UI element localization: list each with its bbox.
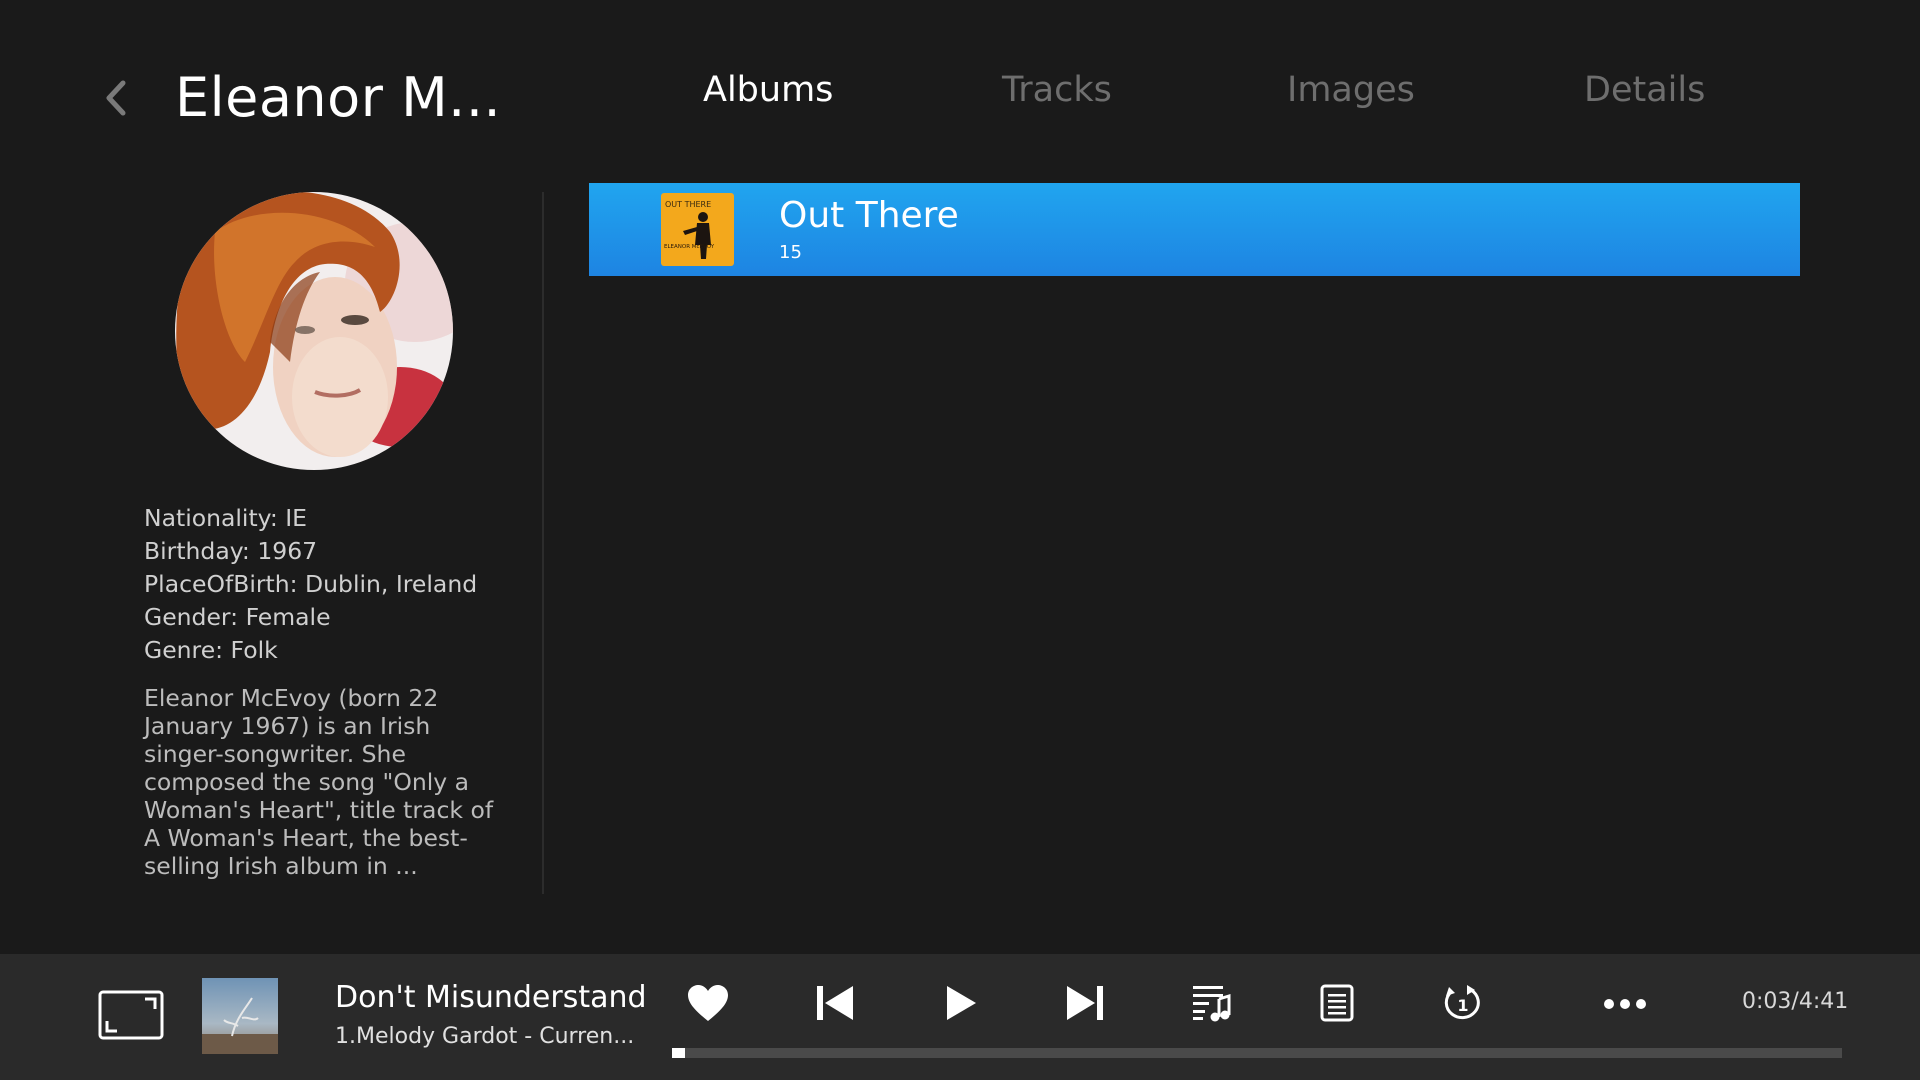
skip-next-icon <box>1067 986 1103 1020</box>
tab-tracks[interactable]: Tracks <box>1002 70 1112 110</box>
fact-nationality: Nationality: IE <box>144 504 308 532</box>
previous-button[interactable] <box>812 980 858 1026</box>
tab-bar: Albums Tracks Images Details <box>650 70 1770 120</box>
artist-facts: Nationality: IE Birthday: 1967 PlaceOfBi… <box>144 502 504 667</box>
fact-place-of-birth: PlaceOfBirth: Dublin, Ireland <box>144 570 478 598</box>
playlist-button[interactable] <box>1188 980 1234 1026</box>
now-playing-subtitle: 1.Melody Gardot - Curren... <box>335 1024 635 1049</box>
progress-fill <box>672 1048 685 1058</box>
tab-details[interactable]: Details <box>1584 70 1705 110</box>
lyrics-button[interactable] <box>1314 980 1360 1026</box>
album-list-item[interactable]: OUT THERE ELEANOR McEVOY Out There 15 <box>589 183 1800 276</box>
play-button[interactable] <box>938 980 984 1026</box>
panel-divider <box>542 192 544 894</box>
player-bar: Don't Misunderstand 1.Melody Gardot - Cu… <box>0 954 1920 1080</box>
svg-text:ELEANOR McEVOY: ELEANOR McEVOY <box>664 244 715 250</box>
skip-previous-icon <box>817 986 853 1020</box>
heart-icon <box>688 985 728 1021</box>
favorite-button[interactable] <box>685 980 731 1026</box>
play-icon <box>947 986 976 1020</box>
repeat-button[interactable]: 1 <box>1440 980 1486 1026</box>
chevron-left-icon <box>106 80 126 116</box>
fact-birthday: Birthday: 1967 <box>144 537 318 565</box>
now-playing-title: Don't Misunderstand <box>335 980 647 1015</box>
svg-text:1: 1 <box>1457 996 1468 1015</box>
artist-avatar <box>175 192 453 470</box>
music-app: Eleanor M... Albums Tracks Images Detail… <box>0 0 1920 1080</box>
repeat-one-icon: 1 <box>1444 985 1480 1020</box>
back-button[interactable] <box>96 74 136 122</box>
album-track-count: 15 <box>779 242 802 263</box>
fact-genre: Genre: Folk <box>144 636 278 664</box>
playback-time: 0:03/4:41 <box>1742 989 1849 1014</box>
album-cover: OUT THERE ELEANOR McEVOY <box>661 193 734 266</box>
album-title: Out There <box>779 195 959 236</box>
more-horizontal-icon <box>1604 999 1646 1009</box>
svg-text:OUT THERE: OUT THERE <box>665 200 711 209</box>
fullscreen-button[interactable] <box>98 990 164 1040</box>
document-lines-icon <box>1320 984 1354 1022</box>
more-button[interactable] <box>1600 984 1650 1024</box>
fact-gender: Gender: Female <box>144 603 331 631</box>
tab-albums[interactable]: Albums <box>703 70 833 110</box>
playlist-music-icon <box>1193 986 1231 1022</box>
tab-images[interactable]: Images <box>1287 70 1415 110</box>
artist-biography: Eleanor McEvoy (born 22 January 1967) is… <box>144 684 494 880</box>
progress-bar[interactable] <box>672 1048 1842 1058</box>
next-button[interactable] <box>1062 980 1108 1026</box>
now-playing-cover[interactable] <box>202 978 278 1054</box>
artist-name-title: Eleanor M... <box>175 66 502 129</box>
fullscreen-icon <box>98 990 164 1040</box>
